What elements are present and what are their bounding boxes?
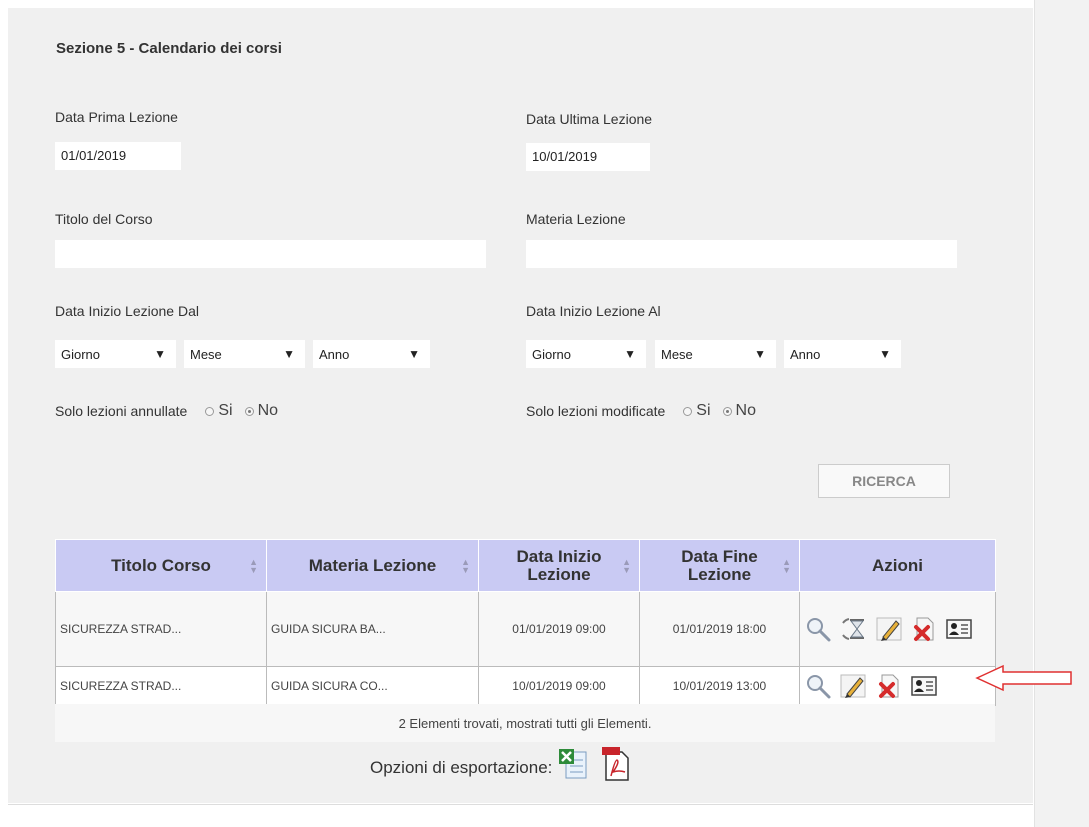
delete-document-icon[interactable] bbox=[875, 672, 903, 700]
solo-modificate-no-label: No bbox=[735, 402, 756, 419]
dropdown-arrow-icon: ▼ bbox=[408, 347, 420, 361]
label-data-ultima-lezione: Data Ultima Lezione bbox=[526, 111, 653, 127]
data-prima-lezione-input[interactable]: 01/01/2019 bbox=[55, 142, 181, 170]
solo-annullate-label: Solo lezioni annullate bbox=[55, 403, 188, 419]
magnifier-icon[interactable] bbox=[804, 615, 832, 643]
select-value: Giorno bbox=[61, 346, 101, 362]
cell-actions bbox=[799, 591, 996, 667]
header-text: Materia Lezione bbox=[308, 555, 437, 575]
hourglass-icon[interactable] bbox=[839, 615, 867, 643]
ricerca-button[interactable]: RICERCA bbox=[818, 464, 950, 498]
sort-icon: ▲ ▼ bbox=[782, 556, 791, 575]
bottom-divider bbox=[8, 804, 1033, 805]
header-text: Azioni bbox=[872, 555, 923, 575]
label-titolo-corso: Titolo del Corso bbox=[55, 211, 153, 227]
dropdown-arrow-icon: ▼ bbox=[624, 347, 636, 361]
sort-icon: ▲ ▼ bbox=[461, 556, 470, 575]
table-row: SICUREZZA STRAD... GUIDA SICURA CO... 10… bbox=[55, 666, 996, 706]
header-text: Lezione bbox=[687, 564, 752, 584]
label-materia-lezione: Materia Lezione bbox=[526, 211, 626, 227]
solo-annullate-no-label: No bbox=[257, 402, 279, 419]
inizio-al-mese-select[interactable]: Mese ▼ bbox=[655, 340, 776, 368]
pdf-icon[interactable] bbox=[600, 746, 634, 782]
label-data-prima-lezione: Data Prima Lezione bbox=[55, 109, 178, 125]
cell-actions bbox=[799, 666, 996, 706]
cell-fine: 01/01/2019 18:00 bbox=[639, 591, 800, 667]
inizio-al-giorno-select[interactable]: Giorno ▼ bbox=[526, 340, 646, 368]
magnifier-icon[interactable] bbox=[804, 672, 832, 700]
cell-titolo: SICUREZZA STRAD... bbox=[55, 666, 267, 706]
select-value: Anno bbox=[790, 346, 821, 362]
solo-annullate-si-radio[interactable] bbox=[205, 406, 215, 416]
results-table: Titolo Corso ▲ ▼ Materia Lezione ▲ ▼ Data In… bbox=[55, 539, 996, 706]
cell-materia: GUIDA SICURA CO... bbox=[266, 666, 479, 706]
solo-modificate-group: Solo lezioni modificate Si No bbox=[526, 402, 764, 420]
excel-icon[interactable] bbox=[558, 748, 588, 782]
select-value: Anno bbox=[319, 346, 350, 362]
cell-materia: GUIDA SICURA BA... bbox=[266, 591, 479, 667]
cell-titolo: SICUREZZA STRAD... bbox=[55, 591, 267, 667]
col-header-data-inizio[interactable]: Data Inizio Lezione ▲ ▼ bbox=[478, 539, 640, 592]
col-header-azioni: Azioni bbox=[799, 539, 996, 592]
data-ultima-lezione-input[interactable]: 10/01/2019 bbox=[526, 143, 650, 171]
solo-modificate-si-label: Si bbox=[696, 402, 711, 419]
solo-modificate-label: Solo lezioni modificate bbox=[526, 403, 666, 419]
titolo-corso-input[interactable] bbox=[55, 240, 486, 268]
contact-card-icon[interactable] bbox=[910, 672, 938, 700]
solo-modificate-si-radio[interactable] bbox=[683, 406, 693, 416]
cell-inizio: 10/01/2019 09:00 bbox=[478, 666, 640, 706]
header-text: Titolo Corso bbox=[111, 555, 211, 575]
solo-annullate-group: Solo lezioni annullate Si No bbox=[55, 402, 286, 420]
section-title: Sezione 5 - Calendario dei corsi bbox=[56, 40, 282, 57]
select-value: Mese bbox=[190, 346, 222, 362]
col-header-data-fine[interactable]: Data Fine Lezione ▲ ▼ bbox=[639, 539, 800, 592]
select-value: Giorno bbox=[532, 346, 572, 362]
pencil-icon[interactable] bbox=[839, 672, 867, 700]
delete-document-icon[interactable] bbox=[910, 615, 938, 643]
right-sidebar-strip bbox=[1034, 0, 1089, 827]
solo-annullate-si-label: Si bbox=[218, 402, 233, 419]
export-label: Opzioni di esportazione: bbox=[370, 758, 553, 777]
inizio-dal-anno-select[interactable]: Anno ▼ bbox=[313, 340, 430, 368]
export-options: Opzioni di esportazione: bbox=[370, 746, 634, 782]
header-text: Data Fine bbox=[681, 546, 758, 566]
header-text: Data Inizio bbox=[516, 546, 602, 566]
solo-annullate-no-radio[interactable] bbox=[244, 406, 254, 416]
col-header-materia-lezione[interactable]: Materia Lezione ▲ ▼ bbox=[266, 539, 479, 592]
dropdown-arrow-icon: ▼ bbox=[154, 347, 166, 361]
annotation-arrow-icon bbox=[975, 664, 1072, 692]
table-footer: 2 Elementi trovati, mostrati tutti gli E… bbox=[55, 704, 995, 742]
cell-inizio: 01/01/2019 09:00 bbox=[478, 591, 640, 667]
sort-icon: ▲ ▼ bbox=[622, 556, 631, 575]
contact-card-icon[interactable] bbox=[945, 615, 973, 643]
table-header-row: Titolo Corso ▲ ▼ Materia Lezione ▲ ▼ Data In… bbox=[55, 539, 996, 592]
table-row: SICUREZZA STRAD... GUIDA SICURA BA... 01… bbox=[55, 591, 996, 667]
select-value: Mese bbox=[661, 346, 693, 362]
pencil-icon[interactable] bbox=[875, 615, 903, 643]
cell-fine: 10/01/2019 13:00 bbox=[639, 666, 800, 706]
label-inizio-dal: Data Inizio Lezione Dal bbox=[55, 303, 199, 319]
header-text: Lezione bbox=[527, 564, 591, 584]
dropdown-arrow-icon: ▼ bbox=[879, 347, 891, 361]
solo-modificate-no-radio[interactable] bbox=[722, 406, 732, 416]
inizio-al-anno-select[interactable]: Anno ▼ bbox=[784, 340, 901, 368]
sort-icon: ▲ ▼ bbox=[249, 556, 258, 575]
inizio-dal-mese-select[interactable]: Mese ▼ bbox=[184, 340, 305, 368]
dropdown-arrow-icon: ▼ bbox=[283, 347, 295, 361]
dropdown-arrow-icon: ▼ bbox=[754, 347, 766, 361]
col-header-titolo-corso[interactable]: Titolo Corso ▲ ▼ bbox=[55, 539, 267, 592]
materia-lezione-input[interactable] bbox=[526, 240, 957, 268]
label-inizio-al: Data Inizio Lezione Al bbox=[526, 303, 661, 319]
inizio-dal-giorno-select[interactable]: Giorno ▼ bbox=[55, 340, 176, 368]
